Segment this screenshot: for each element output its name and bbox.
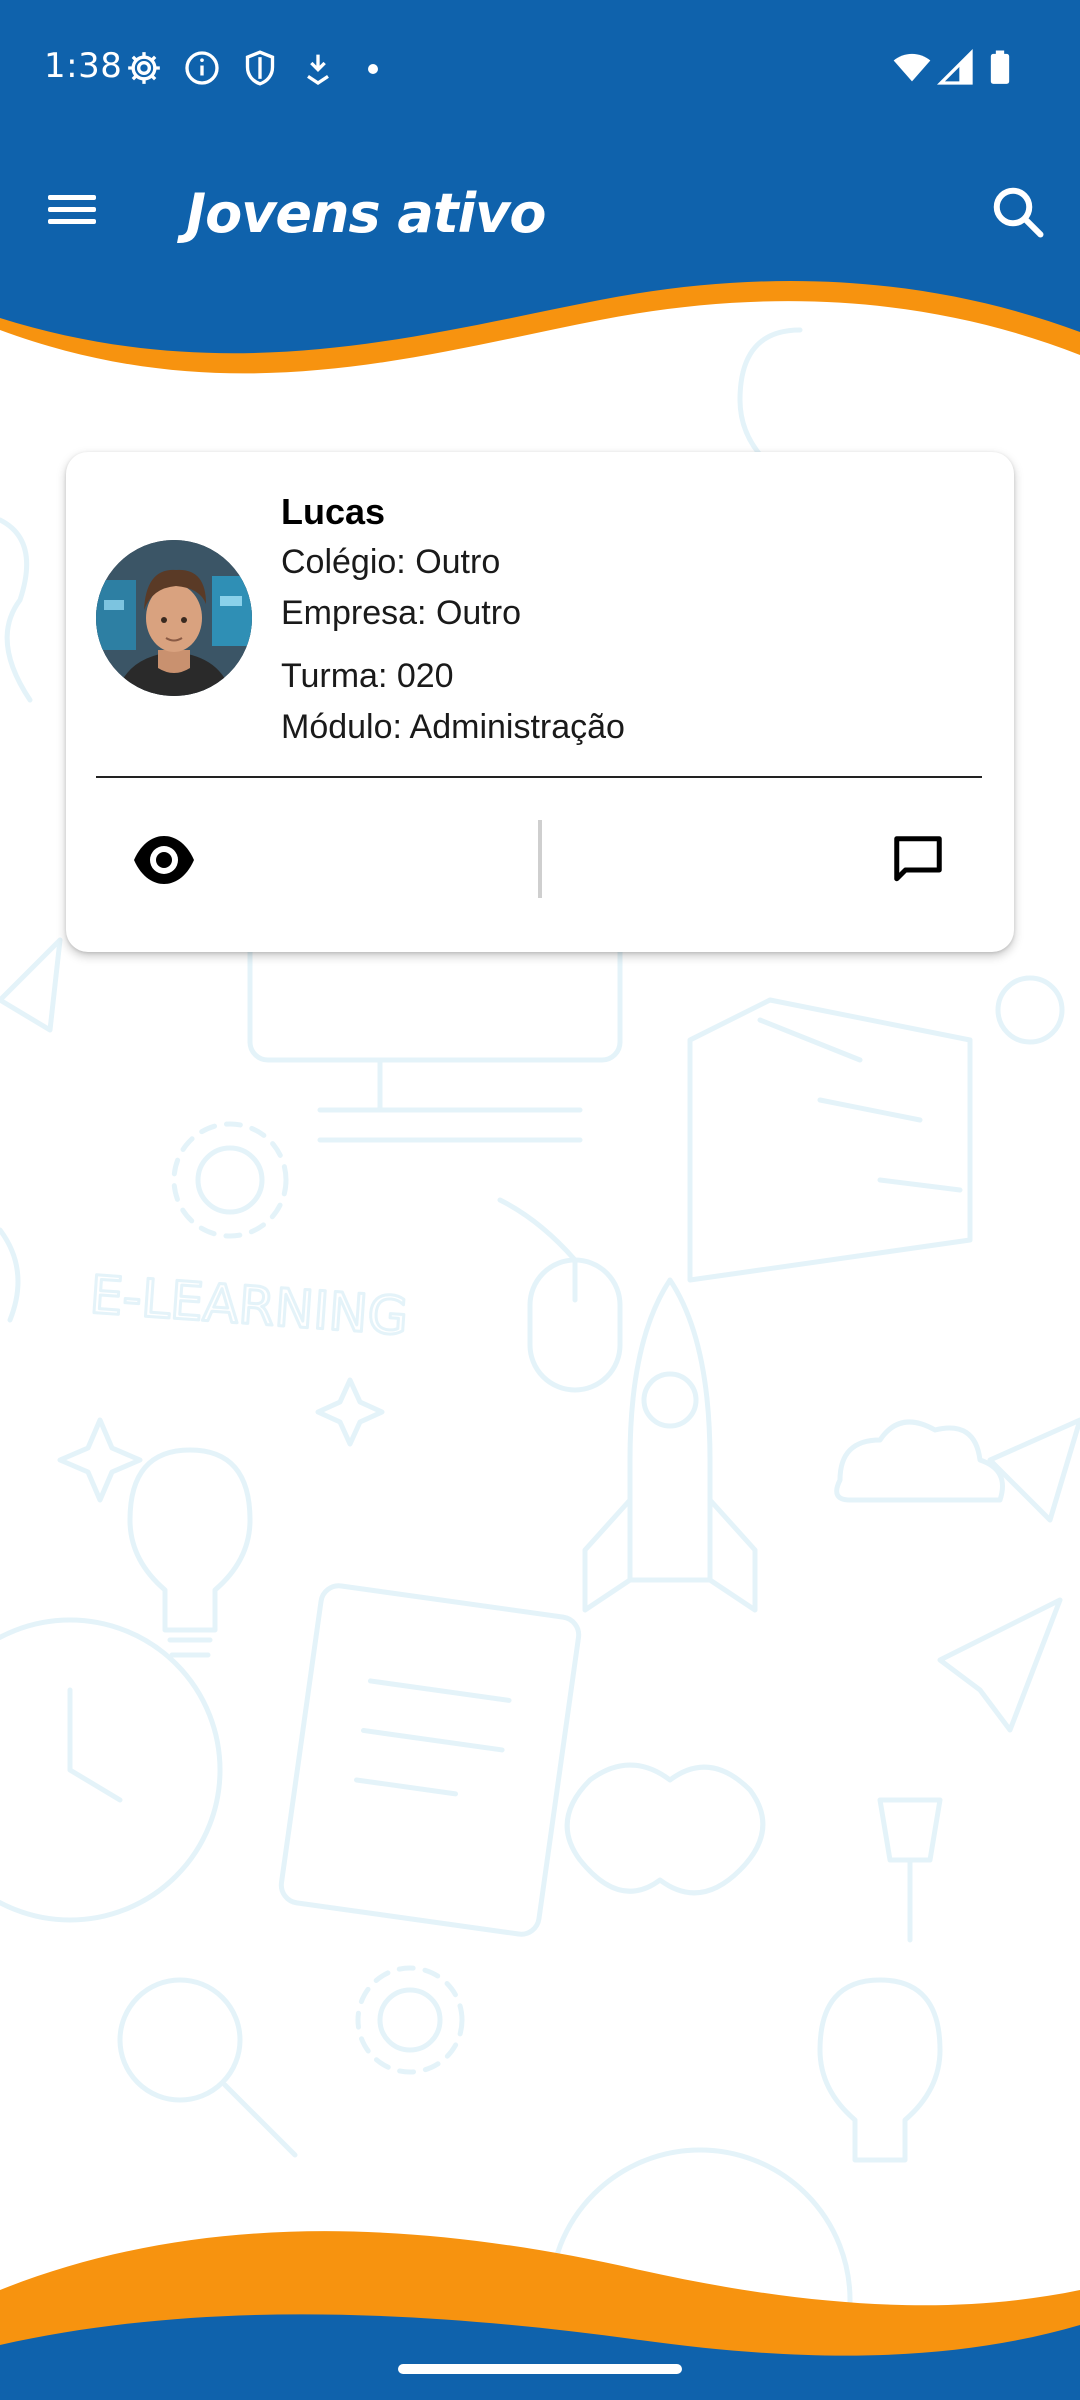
status-time: 1:38 xyxy=(44,46,123,86)
settings-icon xyxy=(128,52,160,84)
signal-icon xyxy=(936,48,973,85)
hamburger-menu-icon[interactable] xyxy=(44,188,104,238)
app-title: Jovens ativo xyxy=(186,182,546,245)
action-separator xyxy=(538,820,542,898)
class-label: Turma: 020 xyxy=(281,657,454,695)
download-icon xyxy=(307,54,329,86)
notification-dot xyxy=(368,64,378,74)
module-label: Módulo: Administração xyxy=(281,708,625,746)
home-indicator[interactable] xyxy=(398,2364,682,2374)
shield-icon xyxy=(245,50,275,86)
student-info: Lucas Colégio: Outro Empresa: Outro Turm… xyxy=(281,486,625,753)
school-label: Colégio: Outro xyxy=(281,543,501,581)
chat-bubble-icon[interactable] xyxy=(888,830,948,890)
wifi-icon xyxy=(893,53,931,82)
status-bar: 1:38 xyxy=(0,0,1080,140)
doodle-text: E-LEARNING xyxy=(88,1265,410,1347)
battery-icon xyxy=(990,50,1010,84)
avatar-image xyxy=(96,540,252,696)
info-icon xyxy=(185,51,219,85)
card-divider xyxy=(96,776,982,778)
student-name: Lucas xyxy=(281,491,386,532)
app-bar: Jovens ativo xyxy=(0,150,1080,270)
student-card[interactable]: Lucas Colégio: Outro Empresa: Outro Turm… xyxy=(66,452,1014,952)
footer-wave xyxy=(0,2231,1080,2400)
search-icon[interactable] xyxy=(988,182,1048,242)
company-label: Empresa: Outro xyxy=(281,594,521,632)
eye-icon[interactable] xyxy=(132,832,196,888)
avatar xyxy=(96,540,252,696)
